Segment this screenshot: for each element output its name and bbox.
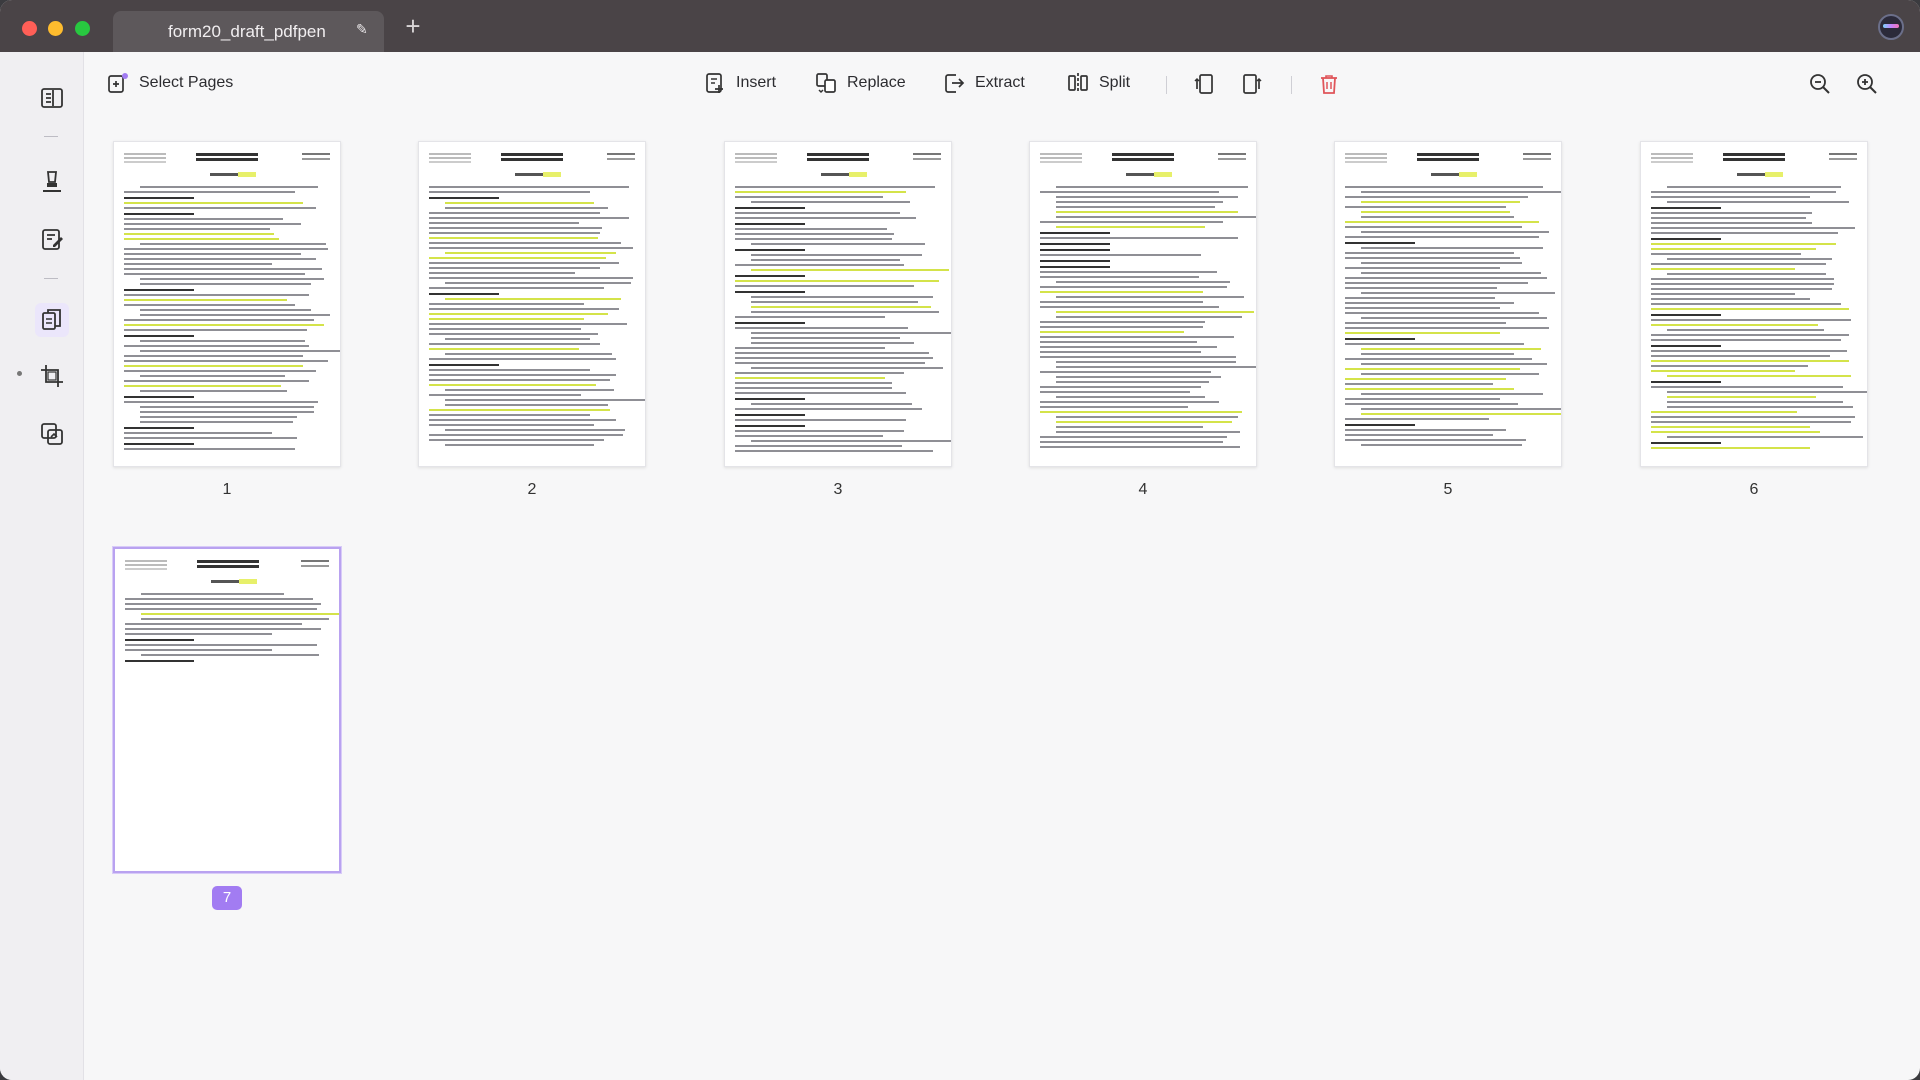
zoom-in-icon[interactable] <box>1854 71 1880 97</box>
edit-document-icon[interactable] <box>35 222 69 256</box>
page-thumbnail[interactable] <box>724 141 952 467</box>
page-text-preview <box>1651 186 1867 452</box>
page-text-preview <box>1040 186 1256 451</box>
sidebar-divider <box>44 136 58 137</box>
select-pages-label: Select Pages <box>139 74 234 91</box>
app-window: form20_draft_pdfpen ✎ + Select Pages Ins… <box>0 0 1920 1080</box>
minimize-window-button[interactable] <box>48 21 63 36</box>
extract-label: Extract <box>975 74 1025 91</box>
page-number-label: 6 <box>1749 481 1759 498</box>
page-thumbnail[interactable] <box>113 547 341 873</box>
page-thumbnail[interactable] <box>1640 141 1868 467</box>
document-tab[interactable]: form20_draft_pdfpen ✎ <box>113 11 384 52</box>
page-text-preview <box>125 593 339 665</box>
split-button[interactable]: Split <box>1067 72 1130 94</box>
page-thumbnail[interactable] <box>418 141 646 467</box>
page-number-label: 3 <box>833 481 843 498</box>
sidebar-divider <box>44 278 58 279</box>
page-header-block <box>124 153 330 183</box>
page-number-label: 5 <box>1443 481 1453 498</box>
combine-pages-icon[interactable] <box>35 417 69 451</box>
page-thumbnail[interactable] <box>1334 141 1562 467</box>
crop-icon[interactable] <box>35 359 69 393</box>
page-header-block <box>1040 153 1246 183</box>
organize-pages-icon[interactable] <box>35 303 69 337</box>
toolbar-divider <box>1166 76 1167 94</box>
page-header-block <box>1651 153 1857 183</box>
maximize-window-button[interactable] <box>75 21 90 36</box>
toolbar-divider <box>1291 76 1292 94</box>
reader-icon[interactable] <box>35 81 69 115</box>
page-header-block <box>125 560 329 590</box>
rotate-left-icon[interactable] <box>1191 71 1217 97</box>
page-header-block <box>1345 153 1551 183</box>
page-text-preview <box>429 186 645 449</box>
page-header-block <box>735 153 941 183</box>
title-bar: form20_draft_pdfpen ✎ + <box>0 0 1920 52</box>
page-text-preview <box>124 186 340 453</box>
insert-icon <box>706 73 723 93</box>
page-header-block <box>429 153 635 183</box>
document-tab-title: form20_draft_pdfpen <box>168 22 326 41</box>
zoom-out-icon[interactable] <box>1807 71 1833 97</box>
replace-icon <box>816 73 836 94</box>
page-thumbnail[interactable] <box>113 141 341 467</box>
rename-pencil-icon[interactable]: ✎ <box>356 21 368 38</box>
insert-button[interactable]: Insert <box>704 72 776 94</box>
page-text-preview <box>1345 186 1561 449</box>
page-number-label: 7 <box>212 886 242 910</box>
page-number-label: 4 <box>1138 481 1148 498</box>
extract-button[interactable]: Extract <box>943 72 1025 94</box>
left-tool-sidebar <box>0 52 84 1080</box>
page-text-preview <box>735 186 951 455</box>
select-pages-button[interactable]: Select Pages <box>107 72 233 94</box>
page-number-label: 2 <box>527 481 537 498</box>
delete-icon[interactable] <box>1316 71 1342 97</box>
insert-label: Insert <box>736 74 777 91</box>
page-number-label: 1 <box>222 481 232 498</box>
rotate-right-icon[interactable] <box>1239 71 1265 97</box>
split-label: Split <box>1099 74 1131 91</box>
replace-label: Replace <box>847 74 906 91</box>
page-toolbar: Select Pages Insert Replace Extract Spli… <box>84 52 1920 116</box>
replace-button[interactable]: Replace <box>815 72 906 94</box>
highlighter-icon[interactable] <box>35 164 69 198</box>
account-avatar[interactable] <box>1878 14 1904 40</box>
extract-icon <box>945 74 965 93</box>
select-pages-icon <box>108 73 128 93</box>
split-icon <box>1068 73 1088 93</box>
page-thumbnail[interactable] <box>1029 141 1257 467</box>
close-window-button[interactable] <box>22 21 37 36</box>
new-tab-plus-icon[interactable]: + <box>400 13 426 39</box>
active-indicator-dot <box>17 371 22 376</box>
